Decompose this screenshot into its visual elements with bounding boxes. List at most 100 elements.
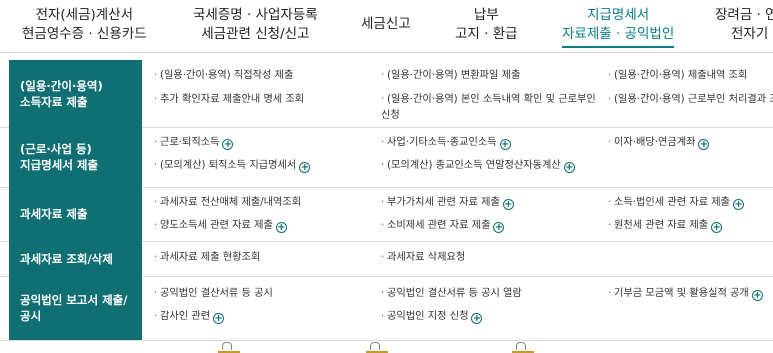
menu-link[interactable]: · 추가 확인자료 제출안내 명세 조회 [154, 92, 374, 108]
expand-plus-icon[interactable]: + [471, 313, 483, 324]
expand-plus-icon[interactable]: + [711, 222, 723, 233]
menu-category-label: (일용·간이·용역) [20, 78, 103, 93]
menu-category[interactable]: 과세자료 제출 [9, 187, 142, 241]
menu-category-label: 지급명세서 제출 [20, 158, 99, 172]
menu-column: · 부가가치세 관련 자료 제출 + · 소비제세 관련 자료 제출 + [381, 195, 599, 234]
menu-column: · 이자·배당·연금계좌 + [608, 135, 773, 151]
menu-category-label: 공시 [20, 309, 42, 323]
menu-link[interactable]: · (일용·간이·용역) 제출내역 조회 [608, 68, 773, 84]
expand-plus-icon[interactable]: + [563, 162, 575, 173]
menu-link[interactable]: · (일용·간이·용역) 본인 소득내역 확인 및 근로부인 신청 [381, 92, 599, 124]
nav-certificate[interactable]: 국세증명 · 사업자등록 세금관련 신청/신고 [193, 6, 318, 44]
menu-link[interactable]: · (모의계산) 퇴직소득 지급명세서 + [154, 158, 374, 174]
menu-column: · 과세자료 삭제요청 [381, 250, 599, 266]
menu-column: · 사업·기타소득·종교인소득 + · (모의계산) 종교인소득 연말정산자동계산 + [381, 135, 599, 174]
decorative-icon [512, 340, 534, 353]
menu-row: (일용·간이·용역) 소득자료 제출 · (일용·간이·용역) 직접작성 제출 · 추가 … [0, 60, 773, 128]
menu-row: (근로·사업 등) 지급명세서 제출 · 근로·퇴직소득 + · (모의계산) 퇴직소득 지… [0, 127, 773, 188]
menu-link[interactable]: · 과세자료 전산매체 제출/내역조회 [154, 195, 374, 211]
nav-e-invoice-line2: 현금영수증 · 신용카드 [22, 26, 147, 42]
nav-incentive-line2: 전자기 [731, 26, 769, 42]
menu-link-label: (모의계산) 퇴직소득 지급명세서 [160, 160, 297, 171]
menu-link-label: 원천세 관련 자료 제출 [614, 220, 709, 231]
menu-link[interactable]: · (일용·간이·용역) 근로부인 처리결과 조회 [608, 92, 773, 108]
menu-column: · 과세자료 전산매체 제출/내역조회 · 양도소득세 관련 자료 제출 + [154, 195, 374, 234]
menu-link-label: 공익법인 결산서류 등 공시 열람 [387, 288, 522, 299]
menu-link[interactable]: · 과세자료 삭제요청 [381, 250, 599, 266]
menu-category-label: 공익법인 보고서 제출/ [20, 293, 128, 307]
menu-link[interactable]: · 이자·배당·연금계좌 + [608, 135, 773, 151]
nav-incentive[interactable]: 장려금 · 연 전자기 [715, 6, 773, 44]
menu-link[interactable]: · (일용·간이·용역) 직접작성 제출 [154, 68, 374, 84]
expand-plus-icon[interactable]: + [299, 162, 311, 173]
menu-link-label: 소득·법인세 관련 자료 제출 [614, 197, 731, 208]
menu-category[interactable]: 공익법인 보고서 제출/공시 [9, 276, 142, 340]
menu-link[interactable]: · 양도소득세 관련 자료 제출 + [154, 218, 374, 234]
menu-column: · 기부금 모금액 및 활용실적 공개 + [608, 286, 773, 302]
menu-column: · 소득·법인세 관련 자료 제출 + · 원천세 관련 자료 제출 + [608, 195, 773, 234]
menu-link-label: 과세자료 전산매체 제출/내역조회 [160, 197, 302, 208]
menu-link[interactable]: · 공익법인 결산서류 등 공시 열람 [381, 286, 599, 302]
menu-link[interactable]: · 소득·법인세 관련 자료 제출 + [608, 195, 773, 211]
menu-column: · 과세자료 제출 현황조회 [154, 250, 374, 266]
nav-payment-statement[interactable]: 지급명세서 자료제출 · 공익법인 [562, 6, 675, 48]
expand-plus-icon[interactable]: + [698, 139, 710, 150]
decorative-icon [218, 340, 240, 353]
menu-link[interactable]: · 근로·퇴직소득 + [154, 135, 374, 151]
menu-row: 과세자료 조회/삭제 · 과세자료 제출 현황조회 · 과세자료 삭제요청 [0, 241, 773, 277]
nav-payment-line2: 고지 · 환급 [455, 26, 518, 42]
menu-link[interactable]: · 기부금 모금액 및 활용실적 공개 + [608, 286, 773, 302]
menu-link-label: 소비제세 관련 자료 제출 [387, 220, 491, 231]
menu-link[interactable]: · 부가가치세 관련 자료 제출 + [381, 195, 599, 211]
menu-link-label: 부가가치세 관련 자료 제출 [387, 197, 500, 208]
menu-category-label: 과세자료 조회/삭제 [20, 251, 113, 266]
menu-link-label: 기부금 모금액 및 활용실적 공개 [614, 288, 749, 299]
menu-link-label: (일용·간이·용역) 제출내역 조회 [614, 70, 748, 81]
expand-plus-icon[interactable]: + [502, 199, 514, 210]
menu-link-label: (일용·간이·용역) 본인 소득내역 확인 및 근로부인 신청 [381, 94, 596, 121]
menu-link[interactable]: · 공익법인 결산서류 등 공시 [154, 286, 374, 302]
menu-category-label: (근로·사업 등) [20, 142, 92, 156]
menu-category-label: 과세자료 제출 [20, 207, 88, 221]
menu-link-label: 근로·퇴직소득 [160, 137, 220, 148]
menu-category-label: 소득자료 제출 [20, 94, 88, 109]
menu-column: · 공익법인 결산서류 등 공시 열람 · 공익법인 지정 신청 + [381, 286, 599, 325]
menu-link[interactable]: · 소비제세 관련 자료 제출 + [381, 218, 599, 234]
menu-link[interactable]: · 공익법인 지정 신청 + [381, 309, 599, 325]
menu-category[interactable]: 과세자료 조회/삭제 [9, 241, 142, 276]
expand-plus-icon[interactable]: + [733, 199, 745, 210]
expand-plus-icon[interactable]: + [213, 313, 225, 324]
menu-category[interactable]: (근로·사업 등) 지급명세서 제출 [9, 127, 142, 187]
expand-plus-icon[interactable]: + [222, 139, 234, 150]
expand-plus-icon[interactable]: + [275, 222, 287, 233]
menu-link[interactable]: · 감사인 관련 + [154, 309, 374, 325]
menu-column: · 공익법인 결산서류 등 공시 · 감사인 관련 + [154, 286, 374, 325]
top-navigation: 전자(세금)계산서 현금영수증 · 신용카드 국세증명 · 사업자등록 세금관련… [0, 0, 773, 53]
menu-link-label: 과세자료 삭제요청 [387, 252, 466, 263]
menu-column: · (일용·간이·용역) 제출내역 조회 · (일용·간이·용역) 근로부인 처리결과… [608, 68, 773, 108]
menu-column: · (일용·간이·용역) 변환파일 제출 · (일용·간이·용역) 본인 소득내역 확… [381, 68, 599, 124]
menu-link-label: (모의계산) 종교인소득 연말정산자동계산 [387, 160, 561, 171]
nav-tax-filing[interactable]: 세금신고 [361, 15, 411, 34]
expand-plus-icon[interactable]: + [751, 290, 763, 301]
expand-plus-icon[interactable]: + [499, 139, 511, 150]
nav-payment-line1: 납부 [473, 7, 499, 23]
nav-tax-filing-label: 세금신고 [361, 16, 411, 32]
menu-link[interactable]: · 원천세 관련 자료 제출 + [608, 218, 773, 234]
nav-payment-statement-line2: 자료제출 · 공익법인 [562, 25, 675, 48]
menu-link[interactable]: · (모의계산) 종교인소득 연말정산자동계산 + [381, 158, 599, 174]
menu-link-label: (일용·간이·용역) 근로부인 처리결과 조회 [614, 94, 773, 105]
menu-link[interactable]: · 과세자료 제출 현황조회 [154, 250, 374, 266]
menu-row: 과세자료 제출 · 과세자료 전산매체 제출/내역조회 · 양도소득세 관련 자료 제출… [0, 187, 773, 242]
nav-e-invoice[interactable]: 전자(세금)계산서 현금영수증 · 신용카드 [22, 6, 147, 44]
menu-link-label: 양도소득세 관련 자료 제출 [160, 220, 273, 231]
nav-payment[interactable]: 납부 고지 · 환급 [455, 6, 518, 44]
nav-e-invoice-line1: 전자(세금)계산서 [35, 7, 134, 23]
menu-category[interactable]: (일용·간이·용역) 소득자료 제출 [9, 60, 142, 127]
menu-link[interactable]: · 사업·기타소득·종교인소득 + [381, 135, 599, 151]
expand-plus-icon[interactable]: + [493, 222, 505, 233]
menu-column: · 근로·퇴직소득 + · (모의계산) 퇴직소득 지급명세서 + [154, 135, 374, 174]
menu-link[interactable]: · (일용·간이·용역) 변환파일 제출 [381, 68, 599, 84]
nav-incentive-line1: 장려금 · 연 [715, 7, 773, 23]
menu-link-label: 공익법인 지정 신청 [387, 311, 469, 322]
